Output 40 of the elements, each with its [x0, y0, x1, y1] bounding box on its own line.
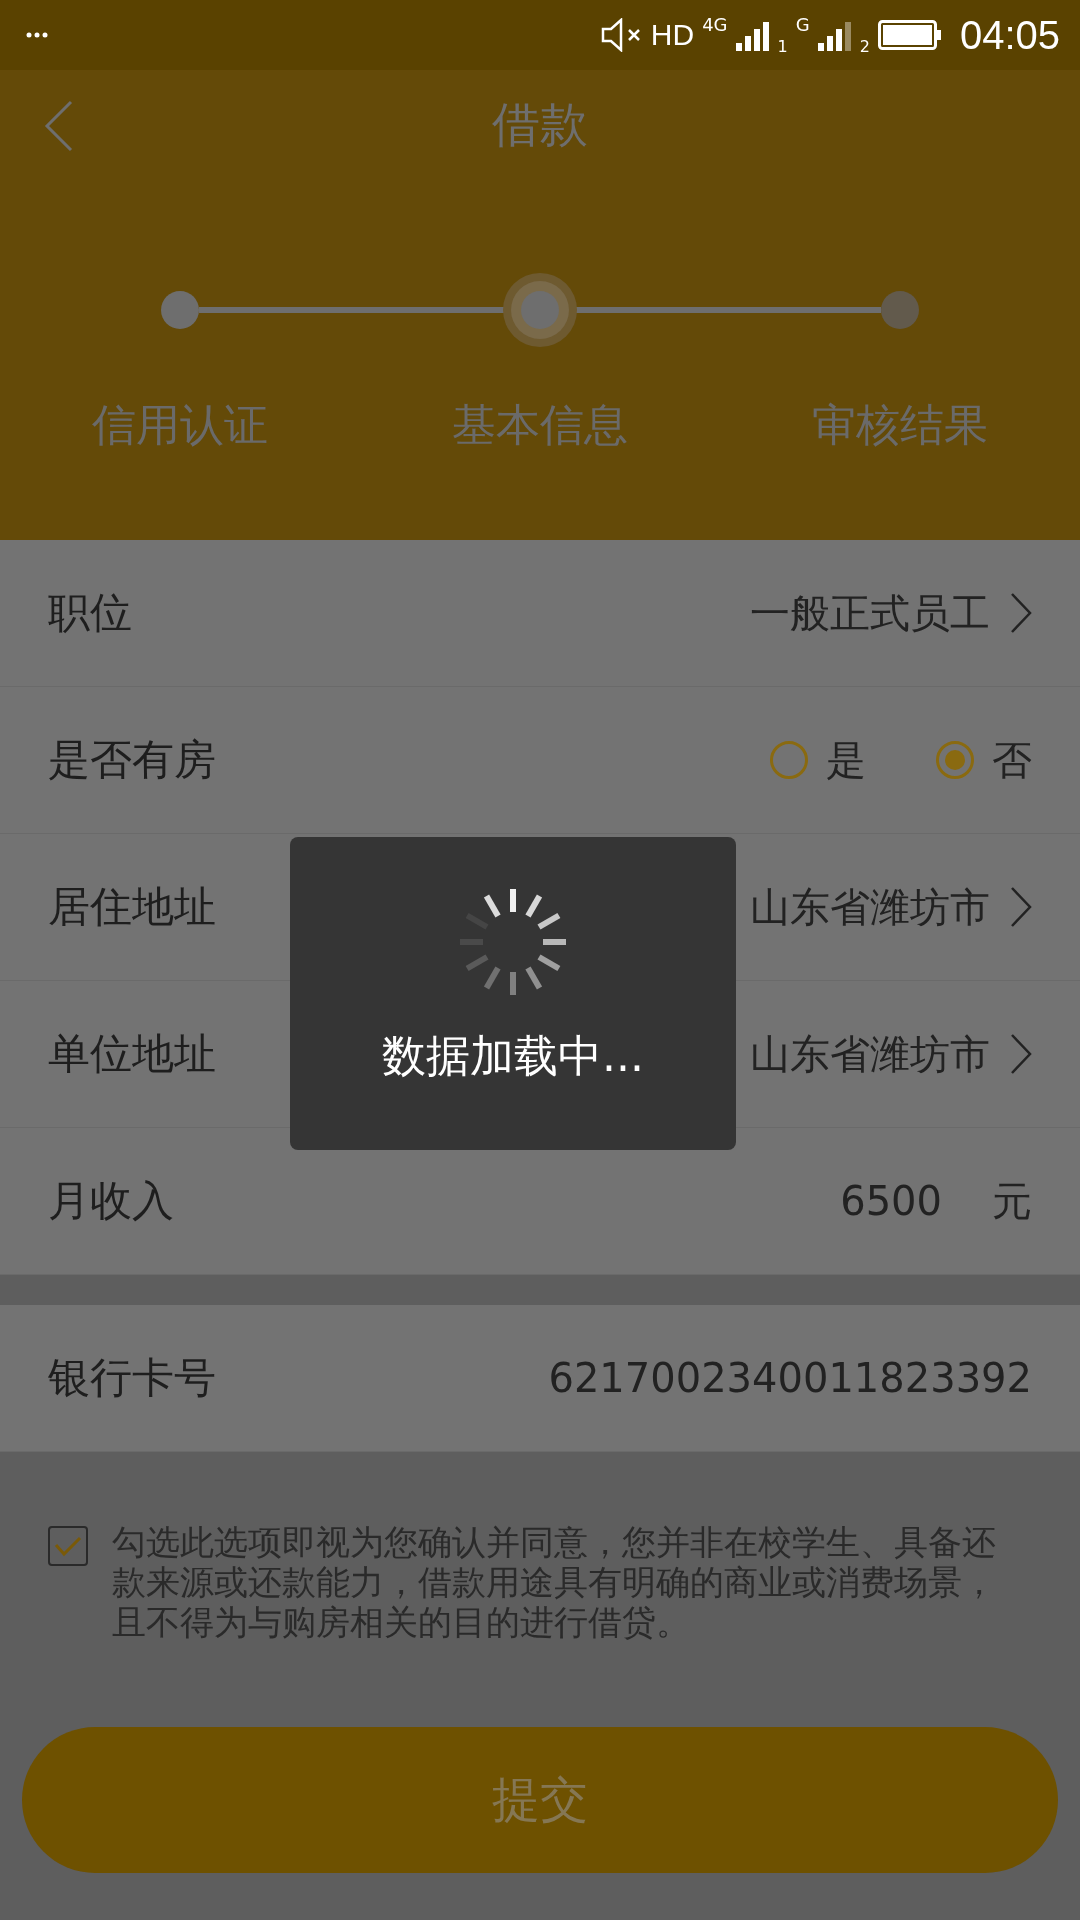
form-row[interactable]: 职位 一般正式员工	[0, 540, 1080, 687]
field-label: 单位地址	[48, 1028, 216, 1080]
input-field[interactable]: 6500	[840, 1178, 942, 1224]
unit-label: 元	[992, 1176, 1032, 1226]
network-type: 4G	[702, 14, 728, 35]
field-value: 一般正式员工	[750, 588, 990, 638]
check-icon	[54, 1535, 82, 1557]
chevron-right-icon	[1010, 886, 1032, 928]
field-value: 山东省潍坊市	[750, 882, 990, 932]
field-label: 是否有房	[48, 734, 216, 786]
page-title: 借款	[492, 95, 588, 154]
back-icon[interactable]	[44, 100, 74, 152]
battery-icon	[877, 20, 942, 50]
radio-button[interactable]	[770, 741, 808, 779]
radio-label: 否	[992, 735, 1032, 785]
field-label: 月收入	[48, 1175, 174, 1227]
chevron-right-icon	[1010, 592, 1032, 634]
chevron-right-icon	[1010, 1033, 1032, 1075]
radio-button[interactable]	[936, 741, 974, 779]
sim-number: 2	[859, 37, 870, 56]
more-icon	[26, 32, 48, 38]
step-label: 审核结果	[812, 398, 988, 452]
step-label: 信用认证	[92, 398, 268, 452]
field-value: 山东省潍坊市	[750, 1029, 990, 1079]
loading-text: 数据加载中...	[382, 1029, 644, 1083]
field-label: 银行卡号	[48, 1352, 216, 1404]
spinner-icon	[458, 887, 568, 997]
checkbox[interactable]	[48, 1526, 88, 1566]
input-field[interactable]: 6217002340011823392	[548, 1355, 1032, 1401]
signal-icon	[817, 19, 852, 51]
network-label: HD	[650, 18, 695, 52]
field-label: 职位	[48, 587, 132, 639]
network-type: G	[795, 14, 810, 35]
step-label: 基本信息	[452, 398, 628, 452]
radio-label: 是	[826, 735, 866, 785]
clock: 04:05	[959, 12, 1060, 58]
signal-icon	[735, 19, 770, 51]
mute-icon	[600, 18, 643, 52]
sim-number: 1	[777, 37, 788, 56]
field-label: 居住地址	[48, 881, 216, 933]
